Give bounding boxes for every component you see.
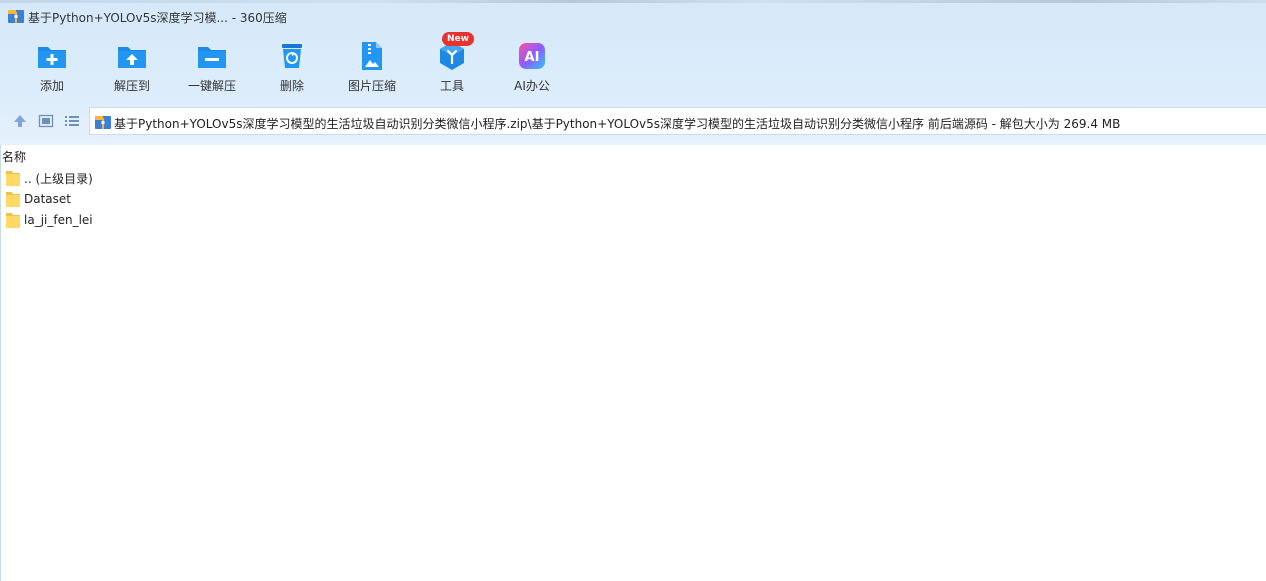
up-arrow-icon[interactable] bbox=[12, 113, 28, 129]
image-compress-icon bbox=[362, 42, 382, 70]
ai-office-icon: AI bbox=[519, 43, 545, 69]
file-name: Dataset bbox=[24, 192, 71, 206]
list-item-la-ji-fen-lei[interactable]: la_ji_fen_lei bbox=[6, 210, 93, 230]
ai-icon-text: AI bbox=[525, 50, 540, 65]
archive-icon bbox=[95, 116, 111, 129]
title-bar: 基于Python+YOLOv5s深度学习模... - 360压缩 bbox=[0, 0, 1266, 32]
one-click-extract-button[interactable]: 一键解压 bbox=[172, 38, 252, 98]
toolbar: 添加 解压到 一键解压 删除 图片压缩 工具 AI AI办公 bbox=[12, 38, 572, 98]
one-click-extract-label: 一键解压 bbox=[187, 79, 236, 93]
tools-label: 工具 bbox=[439, 79, 464, 93]
add-button[interactable]: 添加 bbox=[12, 38, 92, 98]
header-area: 基于Python+YOLOv5s深度学习模... - 360压缩 添加 解压到 … bbox=[0, 0, 1266, 145]
add-icon bbox=[38, 47, 66, 68]
extract-to-icon bbox=[118, 47, 146, 68]
window-title: 基于Python+YOLOv5s深度学习模... - 360压缩 bbox=[28, 11, 287, 25]
extract-to-button[interactable]: 解压到 bbox=[92, 38, 172, 98]
list-item-parent[interactable]: .. (上级目录) bbox=[6, 168, 93, 188]
column-header-name[interactable]: 名称 bbox=[2, 148, 26, 165]
folder-icon bbox=[6, 213, 20, 228]
navigation-bar: 基于Python+YOLOv5s深度学习模型的生活垃圾自动识别分类微信小程序.z… bbox=[0, 106, 1266, 136]
delete-button[interactable]: 删除 bbox=[252, 38, 332, 98]
image-compress-label: 图片压缩 bbox=[347, 79, 396, 93]
tools-button[interactable]: 工具 bbox=[412, 38, 492, 98]
extract-to-label: 解压到 bbox=[113, 79, 150, 93]
thumbnail-view-icon[interactable] bbox=[38, 113, 54, 129]
delete-icon bbox=[282, 44, 302, 68]
list-item-dataset[interactable]: Dataset bbox=[6, 189, 71, 209]
new-badge: New bbox=[442, 32, 474, 46]
ai-office-button[interactable]: AI AI办公 bbox=[492, 38, 572, 98]
app-window: 基于Python+YOLOv5s深度学习模... - 360压缩 添加 解压到 … bbox=[0, 0, 1266, 581]
delete-label: 删除 bbox=[279, 79, 304, 93]
add-label: 添加 bbox=[39, 79, 64, 93]
path-text: 基于Python+YOLOv5s深度学习模型的生活垃圾自动识别分类微信小程序.z… bbox=[114, 117, 1121, 131]
image-compress-button[interactable]: 图片压缩 bbox=[332, 38, 412, 98]
file-name: la_ji_fen_lei bbox=[24, 213, 93, 227]
file-list: 名称 .. (上级目录) Dataset la_ji_fen_lei bbox=[0, 145, 1266, 581]
one-click-extract-icon bbox=[198, 47, 226, 68]
folder-icon bbox=[6, 192, 20, 207]
folder-icon bbox=[6, 171, 20, 186]
path-bar[interactable]: 基于Python+YOLOv5s深度学习模型的生活垃圾自动识别分类微信小程序.z… bbox=[89, 107, 1266, 135]
archive-app-icon bbox=[8, 10, 24, 23]
ai-office-label: AI办公 bbox=[514, 79, 550, 93]
file-name: .. (上级目录) bbox=[24, 171, 93, 186]
list-view-icon[interactable] bbox=[64, 113, 80, 129]
